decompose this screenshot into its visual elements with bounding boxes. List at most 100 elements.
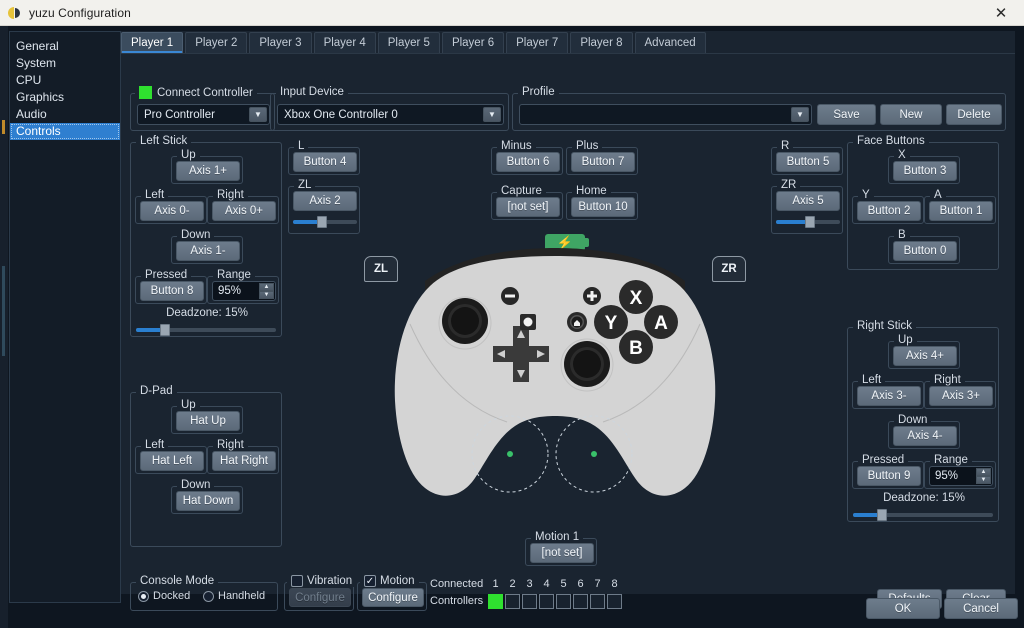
- left-stick-range-stepper[interactable]: ▲ ▼: [259, 283, 274, 299]
- controller-state-1[interactable]: [488, 594, 503, 609]
- profile-combo[interactable]: ▼: [519, 104, 812, 125]
- face-buttons-title: Face Buttons: [853, 135, 929, 147]
- controller-state-3[interactable]: [522, 594, 537, 609]
- dpad-right-button[interactable]: Hat Right: [212, 451, 276, 471]
- controller-number-6: 6: [577, 578, 584, 590]
- minus-button[interactable]: Button 6: [496, 152, 560, 172]
- capture-button[interactable]: [not set]: [496, 197, 560, 217]
- dpad-title: D-Pad: [136, 385, 177, 397]
- sidebar-item-audio[interactable]: Audio: [10, 106, 120, 123]
- controller-number-8: 8: [611, 578, 618, 590]
- sidebar-item-controls[interactable]: Controls: [10, 123, 120, 140]
- profile-delete-button[interactable]: Delete: [946, 104, 1002, 125]
- tab-player-2[interactable]: Player 2: [185, 32, 248, 53]
- zr-button[interactable]: Axis 5: [776, 191, 840, 211]
- right-stick-right-button[interactable]: Axis 3+: [929, 386, 993, 406]
- controller-state-7[interactable]: [590, 594, 605, 609]
- tab-player-7[interactable]: Player 7: [506, 32, 569, 53]
- left-stick-right-group: Right Axis 0+: [207, 189, 279, 224]
- player-tabs: Player 1 Player 2 Player 3 Player 4 Play…: [121, 32, 708, 53]
- home-button[interactable]: Button 10: [571, 197, 635, 217]
- input-device-combo[interactable]: Xbox One Controller 0 ▼: [277, 104, 504, 125]
- stepper-up-icon[interactable]: ▲: [976, 468, 991, 476]
- motion1-button[interactable]: [not set]: [530, 543, 594, 563]
- chevron-down-icon: ▼: [483, 107, 501, 122]
- profile-new-button[interactable]: New: [880, 104, 942, 125]
- face-b-button[interactable]: Button 0: [893, 241, 957, 261]
- minus-group: Minus Button 6: [491, 140, 563, 175]
- tab-player-5[interactable]: Player 5: [377, 32, 440, 53]
- zl-analog-slider[interactable]: [293, 216, 357, 228]
- right-stick-up-button[interactable]: Axis 4+: [893, 346, 957, 366]
- tab-player-8[interactable]: Player 8: [570, 32, 633, 53]
- stepper-up-icon[interactable]: ▲: [259, 283, 274, 291]
- controller-state-2[interactable]: [505, 594, 520, 609]
- controller-state-5[interactable]: [556, 594, 571, 609]
- plus-button[interactable]: Button 7: [571, 152, 635, 172]
- player-1-page: Connect Controller Pro Controller ▼ Inpu…: [121, 53, 1015, 611]
- left-stick-left-button[interactable]: Axis 0-: [140, 201, 204, 221]
- tab-player-1[interactable]: Player 1: [121, 32, 184, 53]
- cancel-button[interactable]: Cancel: [944, 598, 1018, 619]
- tab-player-4[interactable]: Player 4: [313, 32, 376, 53]
- console-mode-docked-radio[interactable]: Docked: [138, 590, 190, 602]
- motion-toggle-group: ✓ Motion Configure: [357, 575, 427, 611]
- tab-player-3[interactable]: Player 3: [249, 32, 312, 53]
- left-stick-range-label: Range: [213, 269, 255, 281]
- motion-checkbox[interactable]: ✓: [364, 575, 376, 587]
- console-mode-handheld-radio[interactable]: Handheld: [203, 590, 265, 602]
- controller-state-6[interactable]: [573, 594, 588, 609]
- right-stick-down-button[interactable]: Axis 4-: [893, 426, 957, 446]
- sidebar-item-general[interactable]: General: [10, 38, 120, 55]
- dpad-up-button[interactable]: Hat Up: [176, 411, 240, 431]
- left-stick-up-button[interactable]: Axis 1+: [176, 161, 240, 181]
- r-button[interactable]: Button 5: [776, 152, 840, 172]
- l-button[interactable]: Button 4: [293, 152, 357, 172]
- background-window-edge: [0, 26, 8, 628]
- right-stick-deadzone-slider[interactable]: [853, 509, 993, 521]
- left-stick-pressed-group: Pressed Button 8: [135, 269, 207, 304]
- profile-save-button[interactable]: Save: [817, 104, 876, 125]
- right-stick-pressed-group: Pressed Button 9: [852, 454, 924, 489]
- dpad-down-button[interactable]: Hat Down: [176, 491, 240, 511]
- sidebar-item-graphics[interactable]: Graphics: [10, 89, 120, 106]
- tab-player-6[interactable]: Player 6: [441, 32, 505, 53]
- dpad-left-button[interactable]: Hat Left: [140, 451, 204, 471]
- left-stick-right-button[interactable]: Axis 0+: [212, 201, 276, 221]
- right-stick-left-button[interactable]: Axis 3-: [857, 386, 921, 406]
- controller-type-combo[interactable]: Pro Controller ▼: [137, 104, 270, 125]
- left-stick-range-input[interactable]: 95% ▲ ▼: [212, 281, 276, 301]
- right-stick-range-input[interactable]: 95% ▲ ▼: [929, 466, 993, 486]
- capture-label: Capture: [497, 185, 546, 197]
- left-stick-deadzone-slider[interactable]: [136, 324, 276, 336]
- left-stick-pressed-button[interactable]: Button 8: [140, 281, 204, 301]
- zl-button[interactable]: Axis 2: [293, 191, 357, 211]
- svg-text:B: B: [629, 338, 643, 359]
- right-stick-range-stepper[interactable]: ▲ ▼: [976, 468, 991, 484]
- ok-button[interactable]: OK: [866, 598, 940, 619]
- sidebar-item-cpu[interactable]: CPU: [10, 72, 120, 89]
- controller-state-8[interactable]: [607, 594, 622, 609]
- left-stick-up-label: Up: [177, 149, 200, 161]
- face-x-label: X: [894, 149, 910, 161]
- face-y-button[interactable]: Button 2: [857, 201, 921, 221]
- motion-configure-button[interactable]: Configure: [362, 588, 424, 607]
- face-x-button[interactable]: Button 3: [893, 161, 957, 181]
- console-mode-handheld-label: Handheld: [218, 590, 266, 602]
- vibration-configure-button[interactable]: Configure: [289, 588, 351, 607]
- window-title: yuzu Configuration: [29, 5, 131, 20]
- stepper-down-icon[interactable]: ▼: [259, 291, 274, 299]
- controller-svg: X Y A B: [394, 248, 716, 496]
- sidebar-item-system[interactable]: System: [10, 55, 120, 72]
- vibration-checkbox[interactable]: [291, 575, 303, 587]
- zr-analog-slider[interactable]: [776, 216, 840, 228]
- face-buttons-group: Face Buttons X Button 3 Y Button 2 A But…: [847, 135, 999, 270]
- right-stick-pressed-button[interactable]: Button 9: [857, 466, 921, 486]
- face-a-button[interactable]: Button 1: [929, 201, 993, 221]
- close-icon[interactable]: ✕: [978, 0, 1024, 26]
- left-stick-down-button[interactable]: Axis 1-: [176, 241, 240, 261]
- controller-state-4[interactable]: [539, 594, 554, 609]
- stepper-down-icon[interactable]: ▼: [976, 476, 991, 484]
- tab-advanced[interactable]: Advanced: [634, 32, 706, 53]
- connect-controller-label: Connect Controller: [157, 86, 253, 99]
